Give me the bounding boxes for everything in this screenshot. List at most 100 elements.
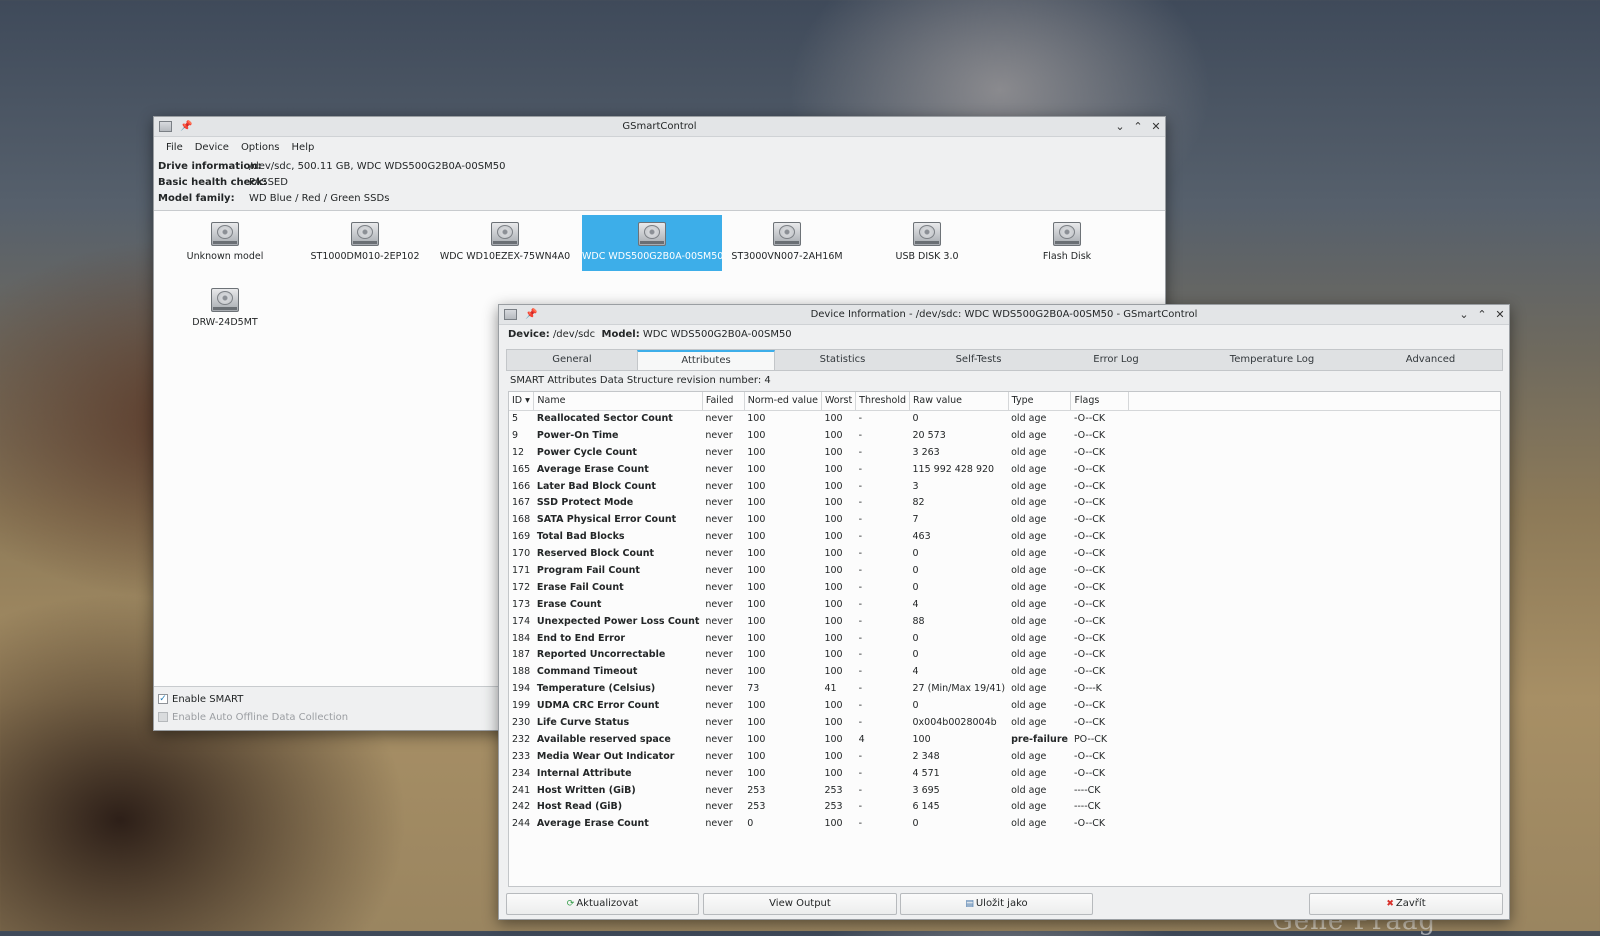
maximize-icon[interactable]: ⌃ xyxy=(1133,121,1143,133)
cell-worst: 100 xyxy=(824,598,843,610)
tab-attributes[interactable]: Attributes xyxy=(637,350,775,370)
table-row[interactable]: 184 End to End Error never 100 100 - 0 old age -… xyxy=(509,630,1500,647)
table-row[interactable]: 174 Unexpected Power Loss Count never 100 10… xyxy=(509,613,1500,630)
device-titlebar[interactable]: 📌 Device Information - /dev/sdc: WDC WDS… xyxy=(499,305,1509,325)
column-header-type[interactable]: Type xyxy=(1008,392,1072,411)
cell-raw-value: 463 xyxy=(912,531,931,543)
enable-smart-checkbox[interactable]: ✓ Enable SMART xyxy=(158,690,348,708)
tab-self-tests[interactable]: Self-Tests xyxy=(910,350,1047,370)
column-header-threshold[interactable]: Threshold xyxy=(855,392,910,411)
table-row[interactable]: 173 Erase Count never 100 100 - 4 old age -O--CK xyxy=(509,596,1500,613)
table-row[interactable]: 165 Average Erase Count never 100 100 - 115 99… xyxy=(509,461,1500,478)
pin-icon[interactable]: 📌 xyxy=(525,309,537,320)
menu-file[interactable]: File xyxy=(160,142,189,153)
cell-id: 168 xyxy=(512,514,531,526)
tab-error-log[interactable]: Error Log xyxy=(1047,350,1185,370)
cell-type: old age xyxy=(1011,750,1047,762)
table-row[interactable]: 12 Power Cycle Count never 100 100 - 3 263 old … xyxy=(509,444,1500,461)
refresh-button[interactable]: ⟳ Aktualizovat xyxy=(506,893,699,915)
menu-help[interactable]: Help xyxy=(286,142,321,153)
save-icon: ▤ xyxy=(965,899,974,909)
app-icon[interactable] xyxy=(159,121,172,132)
save-as-button[interactable]: ▤ Uložit jako xyxy=(900,893,1093,915)
tab-general[interactable]: General xyxy=(507,350,637,370)
cell-normed-value: 100 xyxy=(747,750,766,762)
column-header-failed[interactable]: Failed xyxy=(702,392,745,411)
drive-item[interactable]: ST1000DM010-2EP102 xyxy=(295,215,435,271)
drive-label: ST1000DM010-2EP102 xyxy=(310,251,420,262)
cell-filler xyxy=(1128,646,1500,663)
table-row[interactable]: 194 Temperature (Celsius) never 73 41 - 27 (Mi… xyxy=(509,680,1500,697)
close-button[interactable]: ✖ Zavřít xyxy=(1309,893,1503,915)
tab-temperature-log[interactable]: Temperature Log xyxy=(1185,350,1359,370)
table-row[interactable]: 230 Life Curve Status never 100 100 - 0x004b00… xyxy=(509,714,1500,731)
column-header-flags[interactable]: Flags xyxy=(1070,392,1129,411)
pin-icon[interactable]: 📌 xyxy=(180,121,192,132)
hard-disk-icon xyxy=(489,219,521,249)
cell-raw-value: 0 xyxy=(912,818,919,830)
app-icon[interactable] xyxy=(504,309,517,320)
cell-failed: never xyxy=(705,801,733,813)
cell-name: Unexpected Power Loss Count xyxy=(536,615,700,627)
menu-device[interactable]: Device xyxy=(189,142,235,153)
tab-advanced[interactable]: Advanced xyxy=(1359,350,1502,370)
drive-item[interactable]: Unknown model xyxy=(155,215,295,271)
tab-statistics[interactable]: Statistics xyxy=(775,350,910,370)
table-row[interactable]: 232 Available reserved space never 100 100 4 1… xyxy=(509,731,1500,748)
drive-item[interactable]: USB DISK 3.0 xyxy=(857,215,997,271)
table-row[interactable]: 241 Host Written (GiB) never 253 253 - 3 695 ol… xyxy=(509,782,1500,799)
close-icon[interactable]: ✕ xyxy=(1495,309,1505,321)
main-titlebar[interactable]: 📌 GSmartControl ⌄ ⌃ ✕ xyxy=(154,117,1165,137)
cell-filler xyxy=(1128,815,1500,832)
table-row[interactable]: 199 UDMA CRC Error Count never 100 100 - 0 old … xyxy=(509,697,1500,714)
drive-item[interactable]: WDC WD10EZEX-75WN4A0 xyxy=(435,215,575,271)
table-row[interactable]: 244 Average Erase Count never 0 100 - 0 old age… xyxy=(509,815,1500,832)
column-header-worst[interactable]: Worst xyxy=(821,392,857,411)
table-row[interactable]: 187 Reported Uncorrectable never 100 100 - 0 ol… xyxy=(509,646,1500,663)
cell-type: old age xyxy=(1011,581,1047,593)
cell-type: old age xyxy=(1011,615,1047,627)
column-header-name[interactable]: Name xyxy=(533,392,703,411)
close-icon[interactable]: ✕ xyxy=(1151,121,1161,133)
drive-item[interactable]: Flash Disk xyxy=(997,215,1137,271)
table-row[interactable]: 168 SATA Physical Error Count never 100 100 -… xyxy=(509,511,1500,528)
cell-id: 9 xyxy=(512,429,519,441)
device-info-window: 📌 Device Information - /dev/sdc: WDC WDS… xyxy=(498,304,1510,920)
table-row[interactable]: 5 Reallocated Sector Count never 100 100 - 0 ol… xyxy=(509,410,1500,427)
cell-flags: -O--CK xyxy=(1073,649,1106,661)
cell-threshold: 4 xyxy=(858,733,865,745)
drive-item[interactable]: DRW-24D5MT xyxy=(155,281,295,337)
cell-type: old age xyxy=(1011,564,1047,576)
table-row[interactable]: 171 Program Fail Count never 100 100 - 0 old ag… xyxy=(509,562,1500,579)
drive-item[interactable]: ST3000VN007-2AH16M xyxy=(717,215,857,271)
cell-id: 166 xyxy=(512,480,531,492)
column-header-normed-value[interactable]: Norm-ed value xyxy=(744,392,822,411)
table-row[interactable]: 167 SSD Protect Mode never 100 100 - 82 old age… xyxy=(509,494,1500,511)
view-output-button[interactable]: View Output xyxy=(703,893,897,915)
table-row[interactable]: 188 Command Timeout never 100 100 - 4 old age -O… xyxy=(509,663,1500,680)
menu-options[interactable]: Options xyxy=(235,142,286,153)
cell-filler xyxy=(1128,748,1500,765)
table-row[interactable]: 233 Media Wear Out Indicator never 100 100 - 2… xyxy=(509,748,1500,765)
maximize-icon[interactable]: ⌃ xyxy=(1477,309,1487,321)
attributes-table-body: 5 Reallocated Sector Count never 100 100 - 0 ol… xyxy=(509,410,1500,832)
table-row[interactable]: 234 Internal Attribute never 100 100 - 4 571 ol… xyxy=(509,765,1500,782)
table-row[interactable]: 242 Host Read (GiB) never 253 253 - 6 145 old a… xyxy=(509,798,1500,815)
attributes-table-container[interactable]: ID ▾ Name Failed Norm-ed value Worst Thr… xyxy=(508,391,1501,887)
minimize-icon[interactable]: ⌄ xyxy=(1115,121,1125,133)
cell-filler xyxy=(1128,511,1500,528)
table-row[interactable]: 9 Power-On Time never 100 100 - 20 573 old age -… xyxy=(509,427,1500,444)
table-row[interactable]: 166 Later Bad Block Count never 100 100 - 3 old… xyxy=(509,478,1500,495)
cell-worst: 100 xyxy=(824,666,843,678)
column-header-raw-value[interactable]: Raw value xyxy=(909,392,1009,411)
cell-type: old age xyxy=(1011,818,1047,830)
table-row[interactable]: 169 Total Bad Blocks never 100 100 - 463 old ag… xyxy=(509,528,1500,545)
checkbox-checked-icon[interactable]: ✓ xyxy=(158,694,168,704)
table-row[interactable]: 172 Erase Fail Count never 100 100 - 0 old age -… xyxy=(509,579,1500,596)
minimize-icon[interactable]: ⌄ xyxy=(1459,309,1469,321)
drive-item-selected[interactable]: WDC WDS500G2B0A-00SM50 xyxy=(582,215,723,271)
column-header-id[interactable]: ID ▾ xyxy=(509,392,535,411)
cell-id: 242 xyxy=(512,801,531,813)
close-circle-icon: ✖ xyxy=(1386,899,1394,909)
table-row[interactable]: 170 Reserved Block Count never 100 100 - 0 old … xyxy=(509,545,1500,562)
